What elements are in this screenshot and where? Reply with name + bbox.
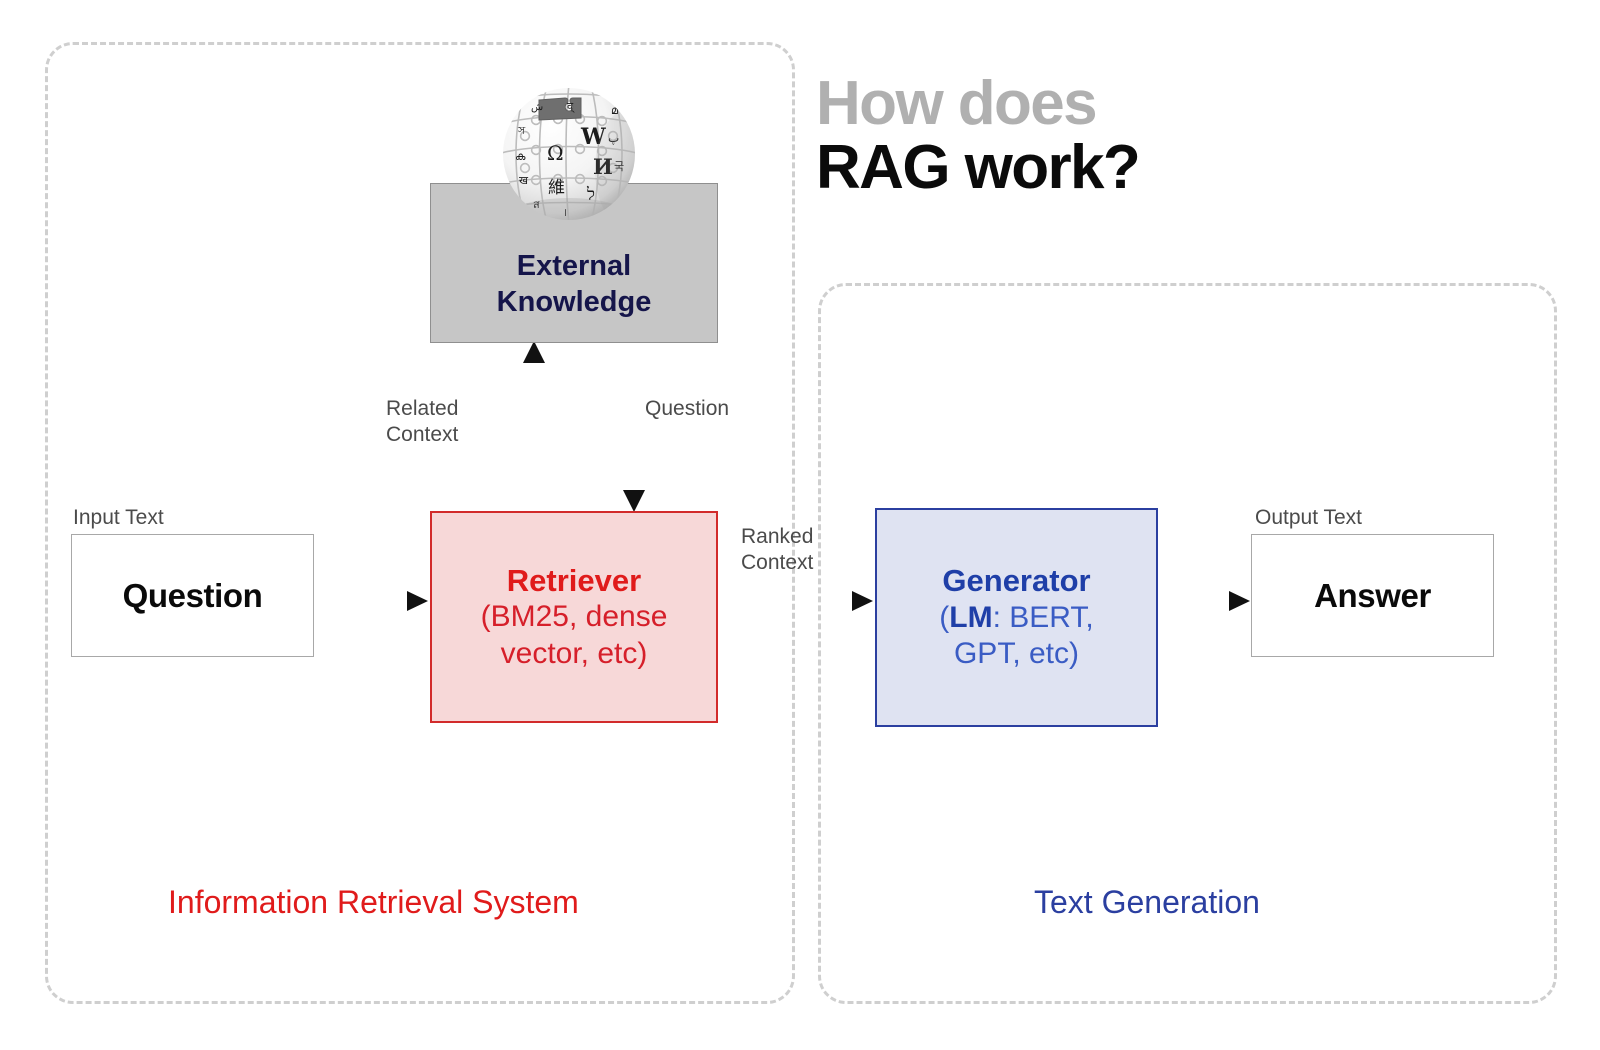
generator-lm-token: LM (949, 600, 993, 634)
svg-text:維: 維 (548, 178, 565, 198)
output-answer-label: Answer (1314, 576, 1431, 614)
edge-label-question: Question (645, 396, 729, 422)
svg-text:ക: ക (515, 150, 526, 163)
node-input-question[interactable]: Question (71, 534, 314, 657)
external-knowledge-line-2: Knowledge (496, 286, 652, 318)
node-generator-label: Generator (LM: BERT, GPT, etc) (933, 562, 1099, 673)
input-question-label: Question (122, 576, 263, 614)
svg-text:Ω: Ω (547, 141, 564, 165)
ranked-context-line-2: Context (741, 550, 814, 574)
node-output-answer[interactable]: Answer (1251, 534, 1494, 657)
svg-text:ख: ख (519, 174, 529, 187)
output-text-caption: Output Text (1255, 506, 1363, 529)
generator-paren-open: ( (939, 600, 950, 634)
edge-label-related-context: Related Context (386, 396, 458, 447)
retriever-title: Retriever (506, 562, 642, 598)
related-context-line-1: Related (386, 397, 459, 420)
external-knowledge-line-1: External (516, 249, 632, 282)
generator-models-first: : BERT, (992, 600, 1094, 634)
group-caption-information-retrieval-system: Information Retrieval System (168, 884, 579, 920)
page-title: How does RAG work? (816, 69, 1376, 203)
node-retriever-label: Retriever (BM25, dense vector, etc) (475, 562, 674, 673)
related-context-line-2: Context (386, 422, 459, 446)
edge-question-text: Question (645, 397, 730, 420)
page-title-line-1: How does (816, 69, 1098, 138)
generator-subtitle-line-2: GPT, etc) (953, 637, 1079, 671)
input-text-caption: Input Text (73, 506, 164, 529)
node-retriever[interactable]: Retriever (BM25, dense vector, etc) (430, 511, 718, 723)
generator-subtitle-line-1: (LM: BERT, (939, 600, 1093, 637)
diagram-canvas: How does RAG work? External Knowledge Ω … (0, 0, 1600, 1050)
edge-label-ranked-context: Ranked Context (741, 524, 813, 575)
svg-text:ش: ش (531, 102, 543, 113)
group-caption-text-generation: Text Generation (1034, 884, 1260, 920)
retriever-subtitle-line-1: (BM25, dense (480, 600, 668, 634)
page-title-line-2: RAG work? (816, 133, 1141, 203)
retriever-subtitle-line-2: vector, etc) (500, 636, 648, 670)
ranked-context-line-1: Ranked (741, 525, 814, 548)
node-generator[interactable]: Generator (LM: BERT, GPT, etc) (875, 508, 1158, 727)
wikipedia-globe-icon: Ω W И 維 ל व् മ پ 국 স ക ख ส । ش (503, 88, 635, 220)
svg-text:স: স (517, 124, 526, 137)
generator-title: Generator (942, 563, 1091, 598)
